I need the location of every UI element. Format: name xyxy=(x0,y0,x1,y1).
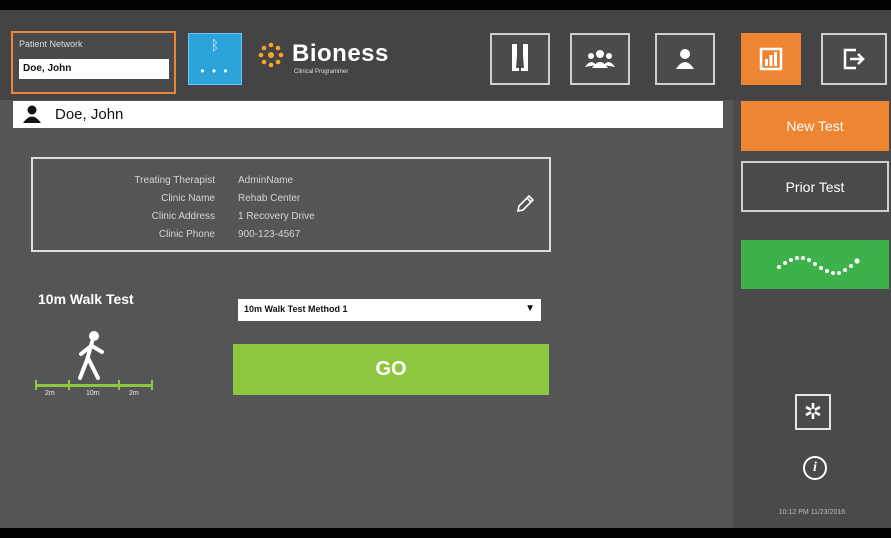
patient-network-field[interactable]: Doe, John xyxy=(19,59,169,79)
timestamp: 10:12 PM 11/23/2016 xyxy=(778,509,846,516)
trend-button[interactable] xyxy=(741,240,889,289)
logout-button[interactable] xyxy=(821,33,887,85)
reports-button[interactable] xyxy=(741,33,801,85)
info-value: Rehab Center xyxy=(238,193,301,204)
patient-name: Doe, John xyxy=(55,106,124,123)
person-icon xyxy=(23,105,41,123)
connection-dots: • • • xyxy=(200,64,230,78)
info-row-clinic-name: Clinic Name Rehab Center xyxy=(33,193,549,210)
patient-button[interactable] xyxy=(655,33,715,85)
distance-tick xyxy=(35,380,37,390)
info-label: Clinic Phone xyxy=(158,229,215,240)
distance-label: 2m xyxy=(45,390,55,397)
info-value: AdminName xyxy=(238,175,294,186)
info-label: Clinic Name xyxy=(161,193,215,204)
top-bar: Patient Network Doe, John ᛒ • • • Biones… xyxy=(0,10,891,100)
distance-label: 10m xyxy=(86,390,100,397)
test-method-value: 10m Walk Test Method 1 xyxy=(244,304,348,314)
logout-icon xyxy=(843,48,865,70)
legs-button[interactable] xyxy=(490,33,550,85)
distance-label: 2m xyxy=(129,390,139,397)
test-method-dropdown[interactable]: 10m Walk Test Method 1 ▼ xyxy=(238,299,541,321)
brand-tagline: Clinical Programmer xyxy=(294,69,349,75)
walking-person-icon xyxy=(78,331,104,380)
patient-network-label: Patient Network xyxy=(19,39,83,49)
info-button[interactable]: i xyxy=(803,456,827,480)
info-icon: i xyxy=(813,460,817,475)
walk-test-illustration: 2m 10m 2m xyxy=(30,328,160,412)
brand-logo: Bioness Clinical Programmer xyxy=(252,31,402,91)
edit-pencil-icon[interactable] xyxy=(515,194,535,214)
distance-tick xyxy=(151,380,153,390)
clinic-info-box: Treating Therapist AdminName Clinic Name… xyxy=(31,157,551,252)
go-button[interactable]: GO xyxy=(233,344,549,395)
bioness-sun-icon xyxy=(258,42,284,68)
right-panel: New Test Prior Test ✲ i 10:12 PM 11/23/2… xyxy=(733,100,891,528)
info-row-clinic-address: Clinic Address 1 Recovery Drive xyxy=(33,211,549,228)
brand-name: Bioness xyxy=(292,40,389,67)
info-row-clinic-phone: Clinic Phone 900-123-4567 xyxy=(33,229,549,246)
legs-icon xyxy=(512,44,528,71)
distance-line xyxy=(35,384,153,387)
info-value: 1 Recovery Drive xyxy=(238,211,315,222)
dropdown-arrow-icon: ▼ xyxy=(525,303,535,314)
info-label: Treating Therapist xyxy=(134,175,215,186)
info-value: 900-123-4567 xyxy=(238,229,301,240)
patient-name-bar: Doe, John xyxy=(13,101,723,128)
bluetooth-status-button[interactable]: ᛒ • • • xyxy=(188,33,242,85)
group-icon xyxy=(585,50,615,68)
settings-button[interactable]: ✲ xyxy=(795,394,831,430)
prior-test-button[interactable]: Prior Test xyxy=(741,161,889,212)
patient-icon xyxy=(676,49,694,69)
new-test-button[interactable]: New Test xyxy=(741,101,889,151)
info-label: Clinic Address xyxy=(151,211,215,222)
distance-tick xyxy=(68,380,70,390)
app-window: Patient Network Doe, John ᛒ • • • Biones… xyxy=(0,10,891,528)
info-row-therapist: Treating Therapist AdminName xyxy=(33,175,549,192)
patient-network-box[interactable]: Patient Network Doe, John xyxy=(11,31,176,94)
trend-dots-icon xyxy=(777,256,860,275)
reports-icon xyxy=(759,47,783,71)
distance-tick xyxy=(118,380,120,390)
bluetooth-icon: ᛒ xyxy=(210,37,220,53)
test-title: 10m Walk Test xyxy=(38,291,134,307)
group-button[interactable] xyxy=(570,33,630,85)
gear-icon: ✲ xyxy=(803,399,823,424)
